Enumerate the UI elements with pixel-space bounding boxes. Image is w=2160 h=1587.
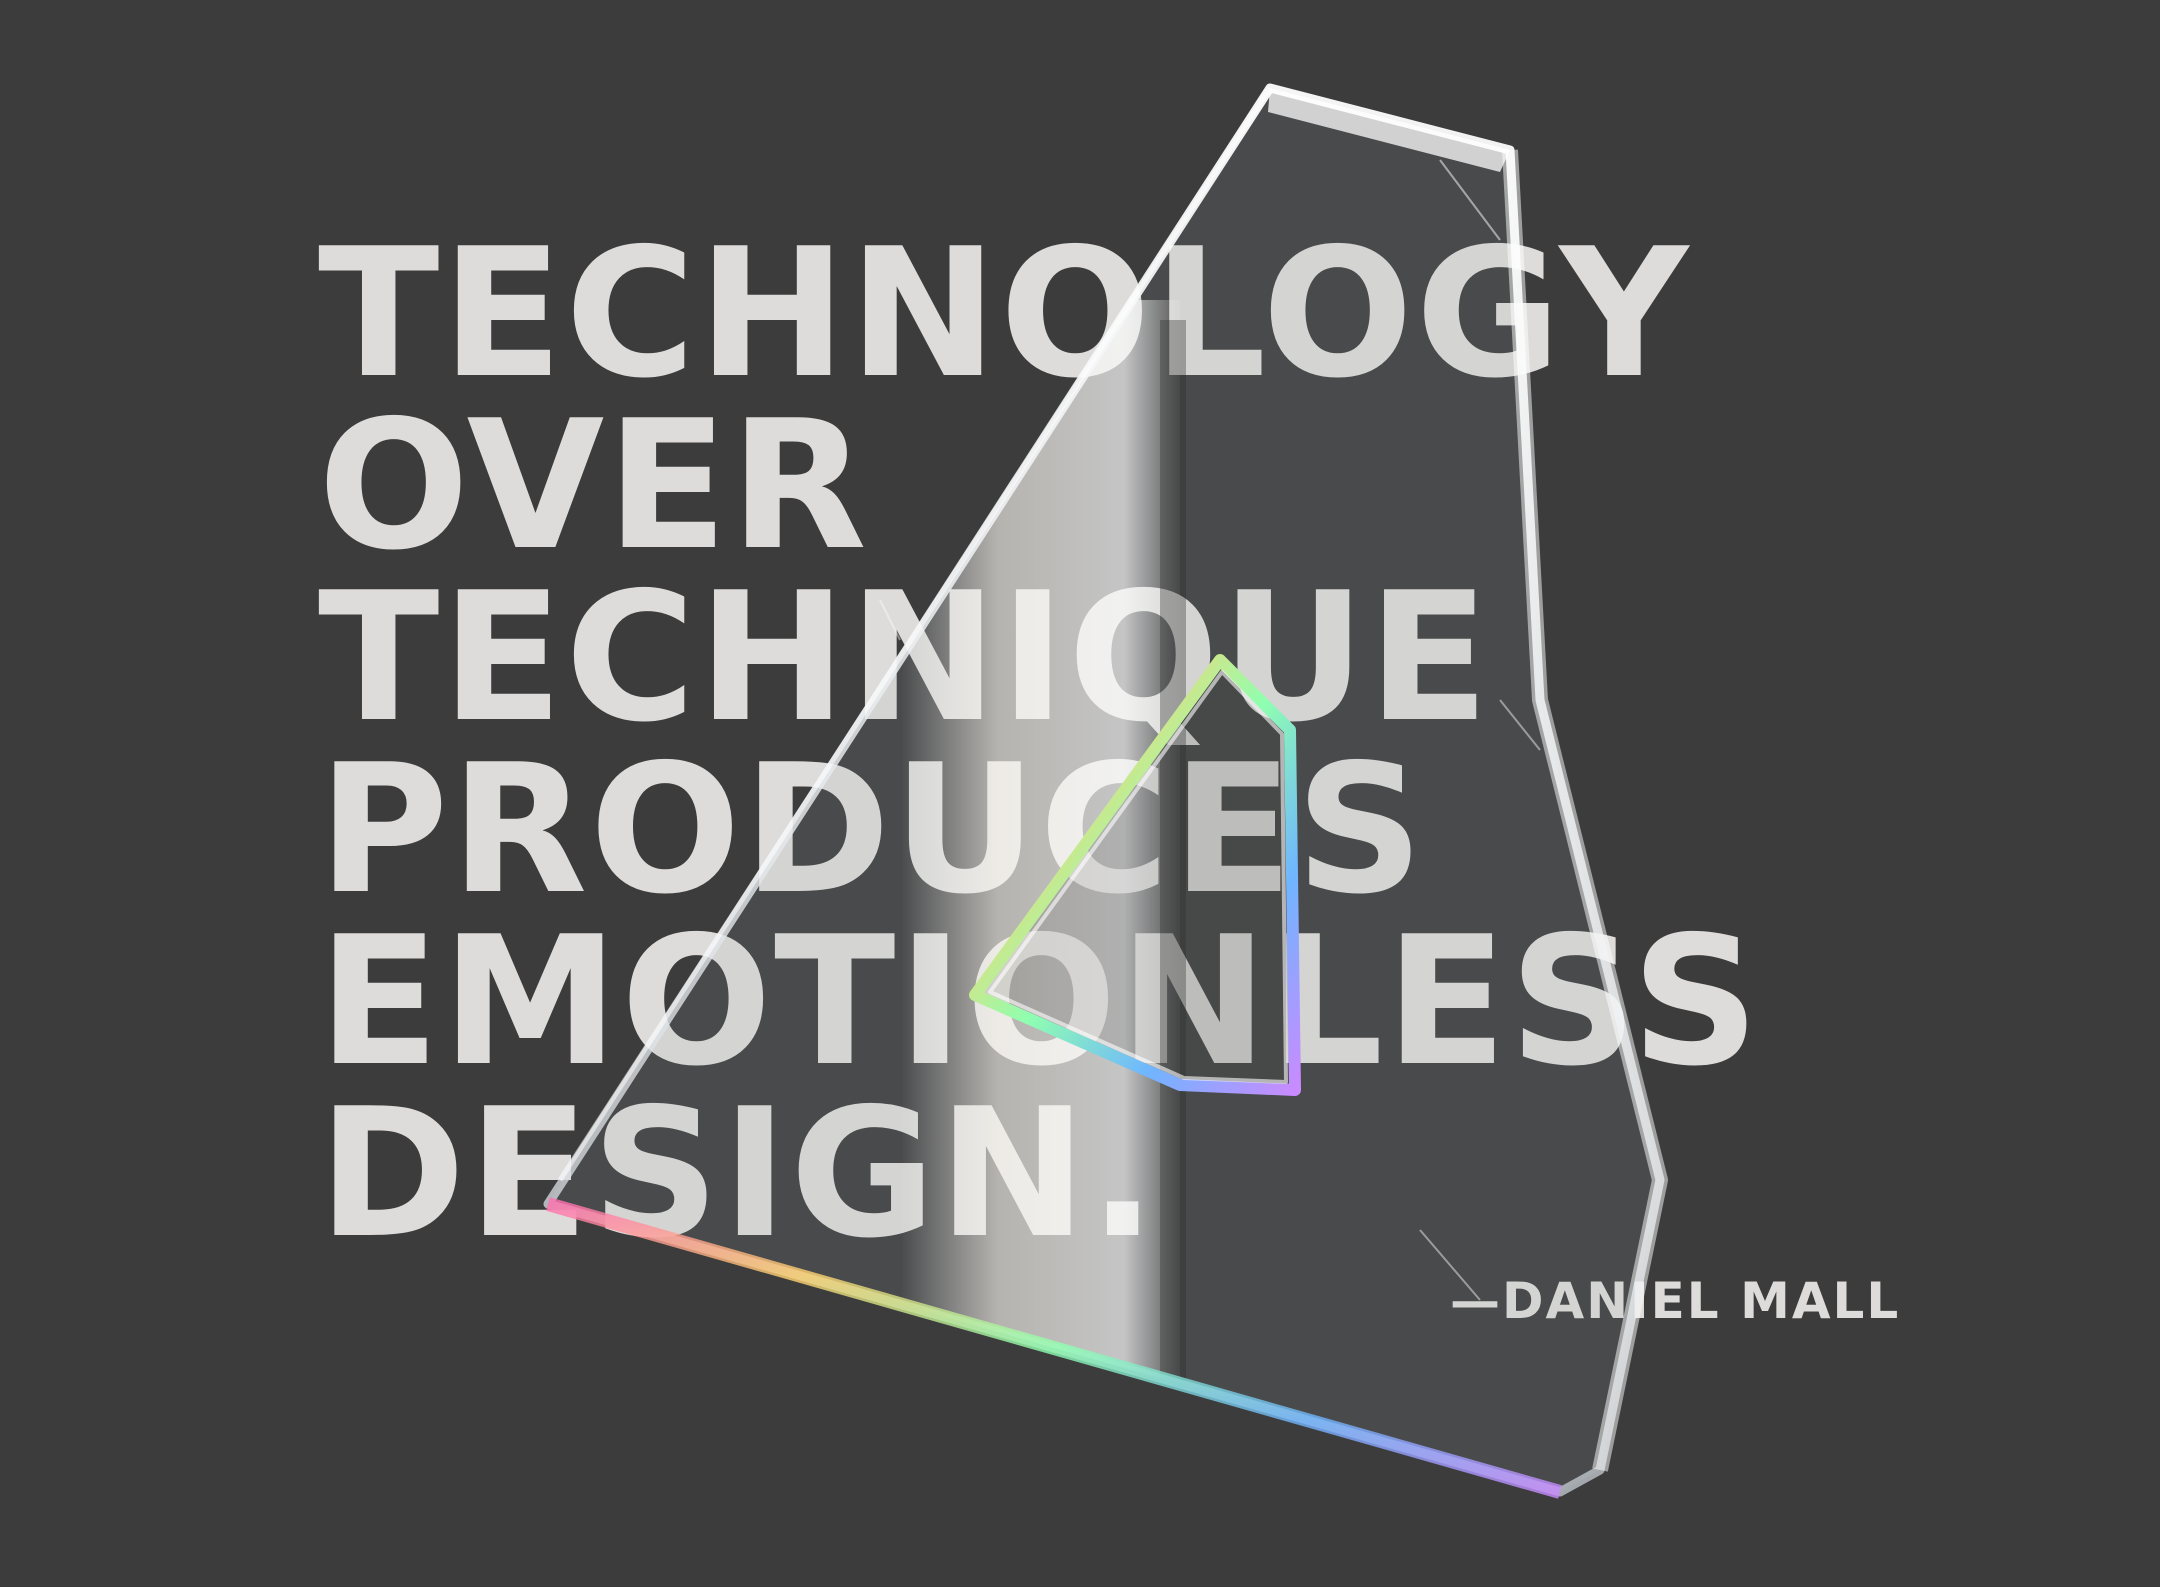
quote-text: TECHNOLOGY OVER TECHNIQUE PRODUCES EMOTI… [318,210,1762,1277]
quote-line-5: EMOTIONLESS [318,898,1762,1105]
quote-line-4: PRODUCES [318,726,1426,933]
quote-line-1: TECHNOLOGY [318,210,1691,417]
poster-canvas: TECHNOLOGY OVER TECHNIQUE PRODUCES EMOTI… [0,0,2160,1587]
quote-attribution: —DANIEL MALL [1450,1272,1901,1330]
quote-line-2: OVER [318,382,869,589]
quote-line-6: DESIGN. [318,1070,1159,1277]
quote-line-3: TECHNIQUE [318,554,1492,761]
